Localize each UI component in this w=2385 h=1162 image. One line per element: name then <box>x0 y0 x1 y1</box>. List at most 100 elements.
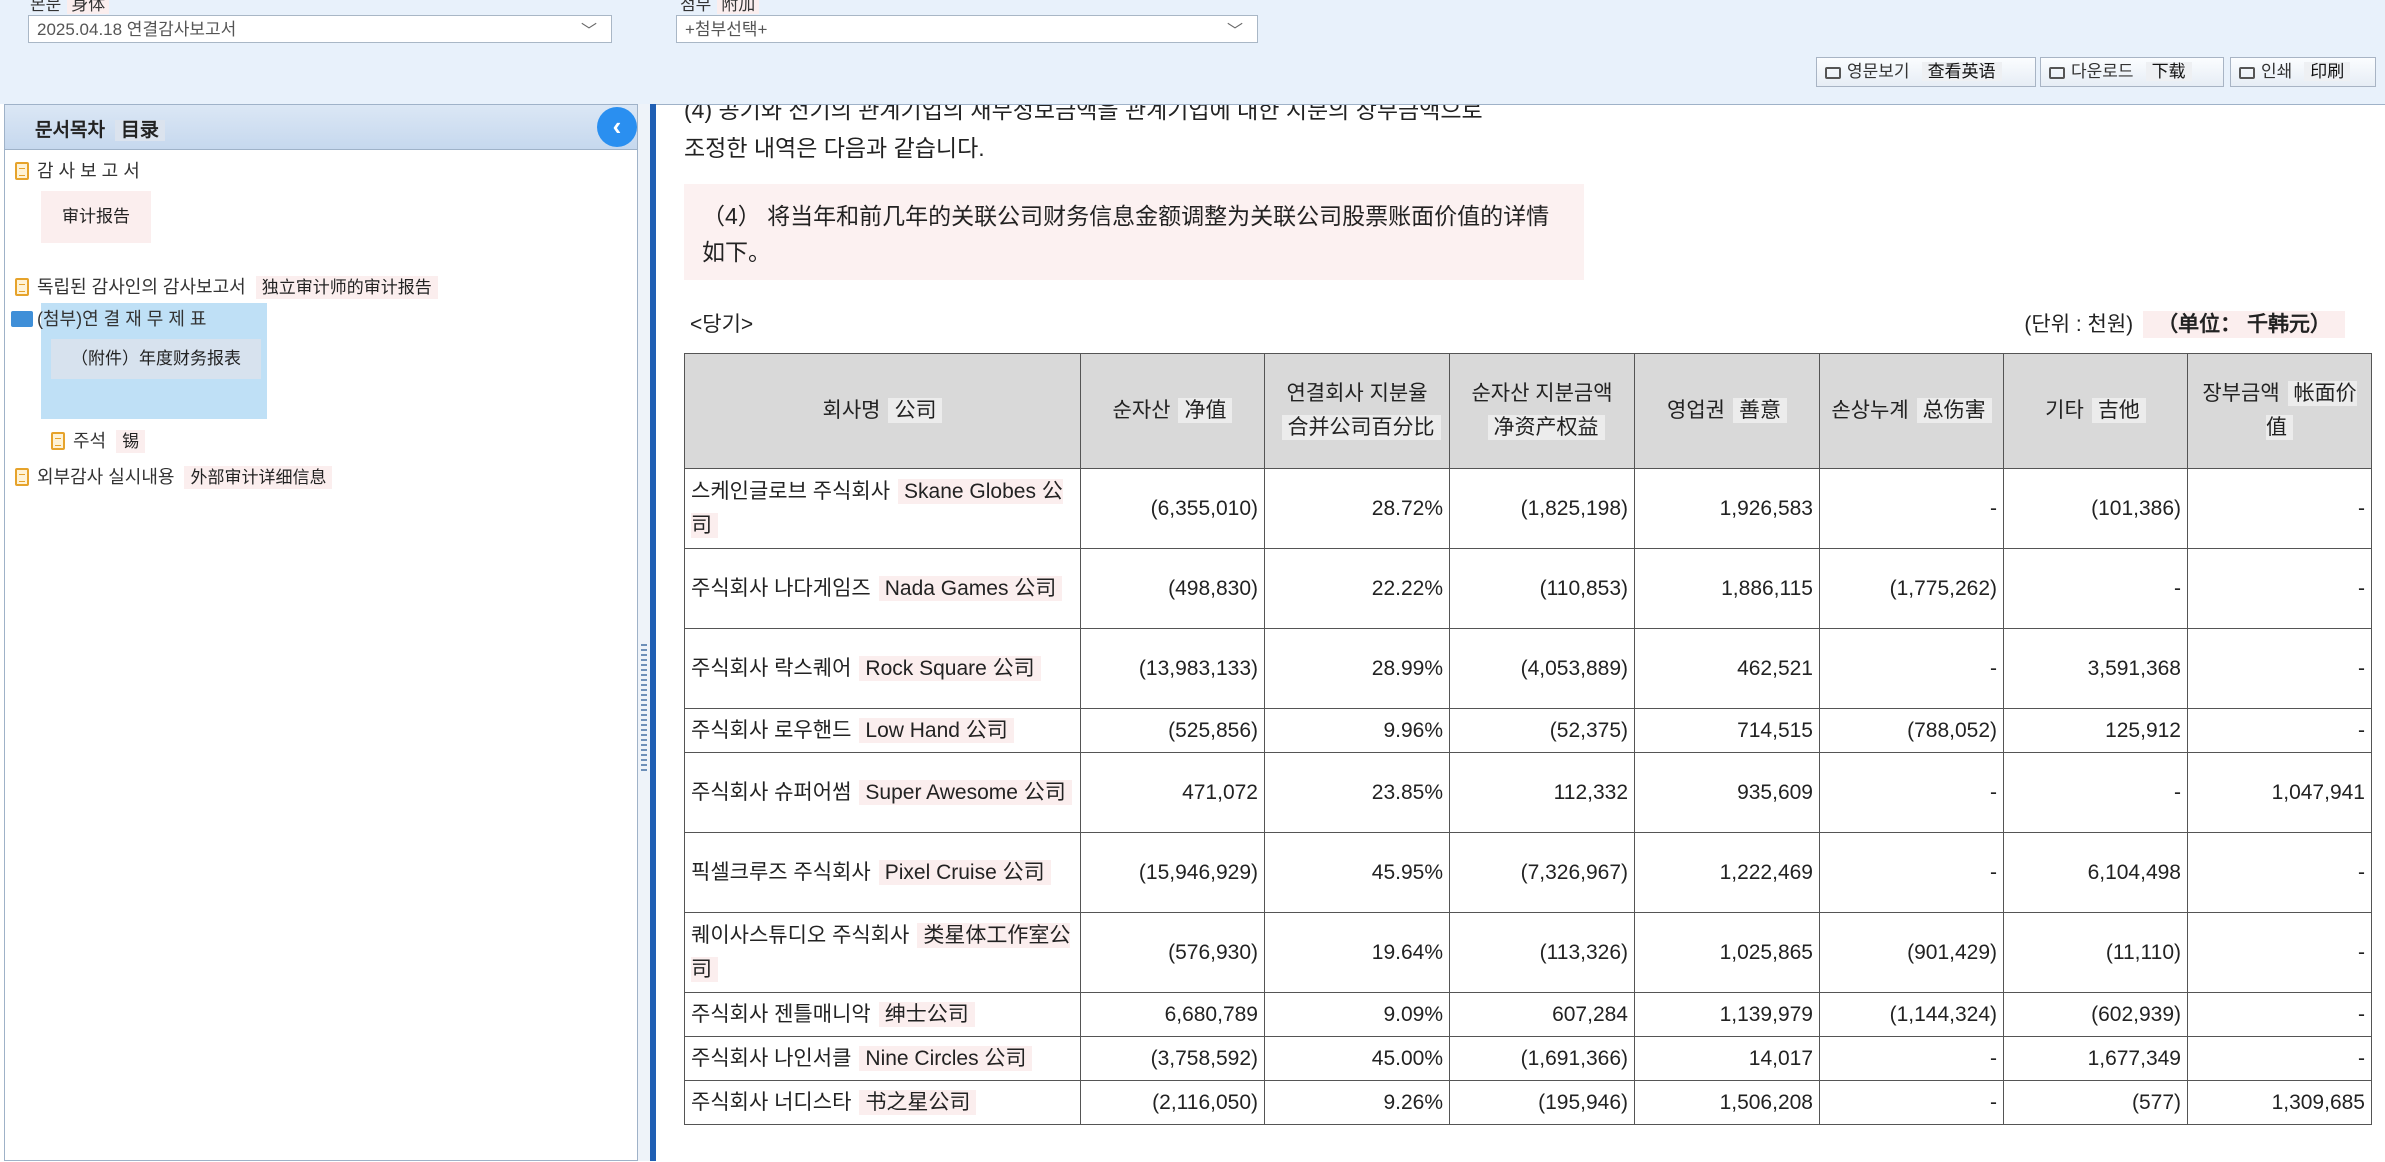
value-cell: (4,053,889) <box>1449 628 1635 709</box>
toc-header: 문서목차 目录 ‹ <box>5 105 637 150</box>
value-cell: (7,326,967) <box>1449 832 1635 913</box>
value-cell: - <box>2187 708 2372 753</box>
chevron-down-icon: ﹀ <box>1226 23 1243 40</box>
value-cell: (602,939) <box>2003 992 2188 1037</box>
download-button[interactable]: 다운로드 下载 <box>2040 57 2224 87</box>
value-cell: - <box>2187 468 2372 549</box>
header-net-assets: 순자산 净值 <box>1080 353 1265 469</box>
company-name-cell: 주식회사 로우핸드 Low Hand 公司 <box>684 708 1081 753</box>
value-cell: 714,515 <box>1634 708 1820 753</box>
company-name-cell: 주식회사 너디스타 书之星公司 <box>684 1080 1081 1125</box>
equity-reconciliation-table: 회사명 公司 순자산 净值 연결회사 지분율合并公司百分比 순자산 지분금액净资产权… <box>684 353 2372 1125</box>
value-cell: 462,521 <box>1634 628 1820 709</box>
value-cell: (1,144,324) <box>1819 992 2004 1037</box>
company-name-cell: 주식회사 슈퍼어썸 Super Awesome 公司 <box>684 752 1081 833</box>
table-row: 주식회사 락스퀘어 Rock Square 公司 (13,983,133) 28.… <box>684 628 2372 709</box>
company-name-cell: 주식회사 나인서클 Nine Circles 公司 <box>684 1036 1081 1081</box>
value-cell: (13,983,133) <box>1080 628 1265 709</box>
value-cell: - <box>2187 628 2372 709</box>
value-cell: - <box>1819 752 2004 833</box>
value-cell: - <box>1819 1036 2004 1081</box>
document-icon <box>51 432 65 450</box>
table-row: 주식회사 젠틀매니악 绅士公司 6,680,789 9.09% 607,284 1… <box>684 992 2372 1037</box>
value-cell: (110,853) <box>1449 548 1635 629</box>
table-row: 퀘이사스튜디오 주식회사 类星体工作室公司 (576,930) 19.64% (1… <box>684 912 2372 993</box>
period-label: <당기> <box>690 313 754 336</box>
folder-open-icon <box>11 311 33 327</box>
header-goodwill: 영업권 善意 <box>1634 353 1820 469</box>
header-impairment: 손상누계 总伤害 <box>1819 353 2004 469</box>
value-cell: (113,326) <box>1449 912 1635 993</box>
toc-item-notes[interactable]: 주석 锡 <box>51 427 146 453</box>
toc-item-financial-statements[interactable]: (첨부)연 결 재 무 제 표 <box>11 305 206 331</box>
main-doc-label: 본문 身体 <box>30 0 110 15</box>
value-cell: 9.96% <box>1264 708 1450 753</box>
top-toolbar: 본문 身体 2025.04.18 연결감사보고서 ﹀ 첨부 附加 +첨부선택+ ﹀ … <box>0 0 2385 104</box>
value-cell: 1,886,115 <box>1634 548 1820 629</box>
value-cell: (498,830) <box>1080 548 1265 629</box>
english-view-button[interactable]: 영문보기 查看英语 <box>1816 57 2036 87</box>
value-cell: 6,680,789 <box>1080 992 1265 1037</box>
header-equity-amount: 순자산 지분금액净资产权益 <box>1449 353 1635 469</box>
document-icon <box>15 468 29 486</box>
chevron-left-icon: ‹ <box>612 111 622 141</box>
value-cell: - <box>2187 1036 2372 1081</box>
company-name-cell: 주식회사 젠틀매니악 绅士公司 <box>684 992 1081 1037</box>
value-cell: 14,017 <box>1634 1036 1820 1081</box>
value-cell: (1,775,262) <box>1819 548 2004 629</box>
value-cell: - <box>2003 548 2188 629</box>
header-ownership: 연결회사 지분율合并公司百分比 <box>1264 353 1450 469</box>
value-cell: 9.09% <box>1264 992 1450 1037</box>
company-name-cell: 주식회사 락스퀘어 Rock Square 公司 <box>684 628 1081 709</box>
toc-item-audit-report-translation: 审计报告 <box>41 191 151 243</box>
document-icon <box>15 162 29 180</box>
value-cell: 28.99% <box>1264 628 1450 709</box>
table-row: 주식회사 로우핸드 Low Hand 公司 (525,856) 9.96% (52… <box>684 708 2372 753</box>
splitter-grip[interactable] <box>641 644 647 774</box>
value-cell: (1,825,198) <box>1449 468 1635 549</box>
value-cell: 1,309,685 <box>2187 1080 2372 1125</box>
value-cell: (577) <box>2003 1080 2188 1125</box>
toc-item-audit-report[interactable]: 감 사 보 고 서 <box>15 157 140 183</box>
toc-item-independent-auditor-report[interactable]: 독립된 감사인의 감사보고서 独立审计师的审计报告 <box>15 273 438 299</box>
value-cell: (2,116,050) <box>1080 1080 1265 1125</box>
value-cell: 45.00% <box>1264 1036 1450 1081</box>
print-button[interactable]: 인쇄 印刷 <box>2230 57 2376 87</box>
value-cell: - <box>1819 628 2004 709</box>
value-cell: - <box>1819 468 2004 549</box>
attach-select[interactable]: +첨부선택+ ﹀ <box>676 15 1258 43</box>
value-cell: - <box>1819 832 2004 913</box>
value-cell: (101,386) <box>2003 468 2188 549</box>
value-cell: 471,072 <box>1080 752 1265 833</box>
header-book-value: 장부금액 帐面价值 <box>2187 353 2372 469</box>
company-name-cell: 픽셀크루즈 주식회사 Pixel Cruise 公司 <box>684 832 1081 913</box>
header-company: 회사명 公司 <box>684 353 1081 469</box>
value-cell: 19.64% <box>1264 912 1450 993</box>
paragraph-line-1: (4) 공기와 전기의 관계기업의 재무정보금액을 관계기업에 대한 지분의 장… <box>684 104 1483 123</box>
company-name-cell: 주식회사 나다게임즈 Nada Games 公司 <box>684 548 1081 629</box>
unit-label: (단위 : 천원) （单位： 千韩元） <box>2024 308 2345 338</box>
document-icon <box>15 278 29 296</box>
attach-label: 첨부 附加 <box>680 0 760 15</box>
value-cell: (195,946) <box>1449 1080 1635 1125</box>
monitor-icon <box>1825 67 1841 79</box>
value-cell: (1,691,366) <box>1449 1036 1635 1081</box>
value-cell: 1,047,941 <box>2187 752 2372 833</box>
value-cell: - <box>2187 992 2372 1037</box>
main-doc-select[interactable]: 2025.04.18 연결감사보고서 ﹀ <box>28 15 612 43</box>
collapse-sidebar-button[interactable]: ‹ <box>597 107 637 147</box>
value-cell: (15,946,929) <box>1080 832 1265 913</box>
value-cell: - <box>2187 832 2372 913</box>
value-cell: 1,222,469 <box>1634 832 1820 913</box>
value-cell: 1,025,865 <box>1634 912 1820 993</box>
value-cell: 607,284 <box>1449 992 1635 1037</box>
value-cell: - <box>1819 1080 2004 1125</box>
value-cell: (11,110) <box>2003 912 2188 993</box>
header-other: 기타 吉他 <box>2003 353 2188 469</box>
document-content: (4) 공기와 전기의 관계기업의 재무정보금액을 관계기업에 대한 지분의 장… <box>656 104 2385 1162</box>
value-cell: (901,429) <box>1819 912 2004 993</box>
value-cell: (52,375) <box>1449 708 1635 753</box>
value-cell: 1,926,583 <box>1634 468 1820 549</box>
value-cell: 22.22% <box>1264 548 1450 629</box>
toc-item-external-audit[interactable]: 외부감사 실시내용 外部审计详细信息 <box>15 463 333 489</box>
